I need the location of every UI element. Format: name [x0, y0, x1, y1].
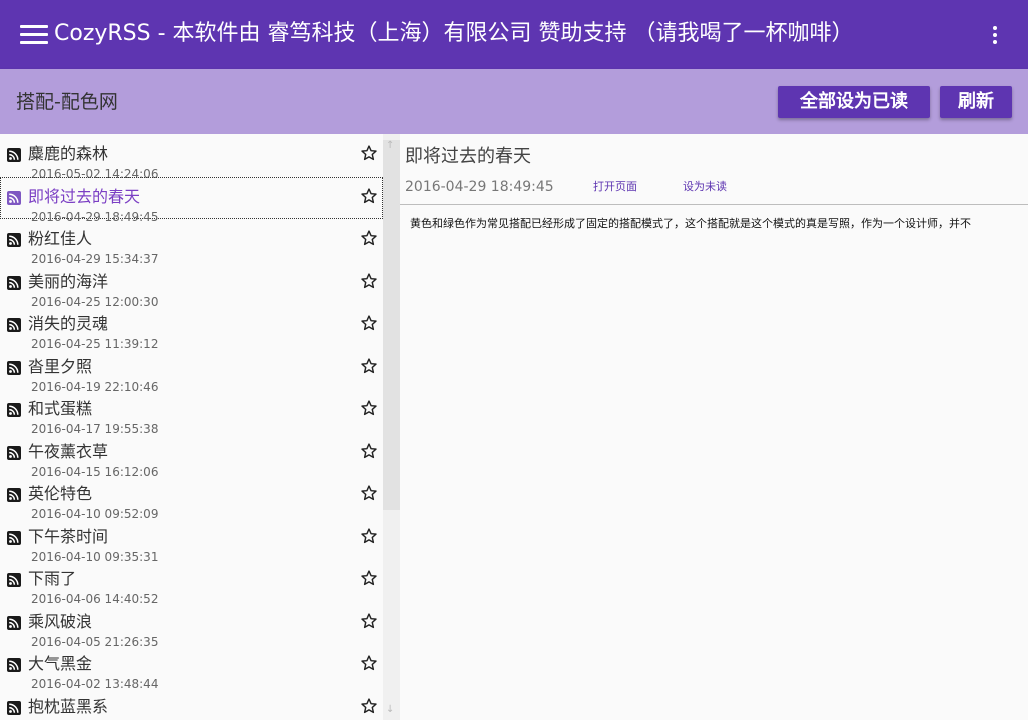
- list-item[interactable]: 抱枕蓝黑系: [0, 687, 383, 720]
- scrollbar-thumb[interactable]: [383, 140, 400, 510]
- feed-toolbar: 搭配-配色网 全部设为已读 刷新: [0, 69, 1028, 134]
- item-title: 午夜薰衣草: [28, 441, 109, 461]
- refresh-button[interactable]: 刷新: [940, 86, 1012, 118]
- list-item[interactable]: 沓里夕照 2016-04-19 22:10:46: [0, 347, 383, 394]
- star-outline-icon[interactable]: [360, 272, 378, 290]
- star-outline-icon[interactable]: [360, 442, 378, 460]
- rss-icon: [7, 148, 21, 162]
- rss-icon: [7, 275, 21, 290]
- app-title: CozyRSS - 本软件由 睿笃科技（上海）有限公司 赞助支持 （请我喝了一杯…: [54, 21, 854, 46]
- feed-title: 搭配-配色网: [16, 91, 118, 113]
- rss-icon: [7, 530, 21, 545]
- star-outline-icon[interactable]: [360, 144, 378, 162]
- rss-icon: [7, 658, 21, 672]
- star-outline-icon[interactable]: [360, 229, 378, 247]
- scroll-down-arrow-icon[interactable]: ↓: [386, 704, 394, 716]
- item-title: 下午茶时间: [28, 526, 109, 546]
- list-item[interactable]: 麋鹿的森林 2016-05-02 14:24:06: [0, 134, 383, 181]
- list-item[interactable]: 和式蛋糕 2016-04-17 19:55:38: [0, 389, 383, 436]
- item-title: 沓里夕照: [28, 356, 93, 376]
- rss-icon: [7, 700, 21, 715]
- rss-icon: [7, 403, 21, 417]
- list-item[interactable]: 粉红佳人 2016-04-29 15:34:37: [0, 219, 383, 266]
- item-title: 抱枕蓝黑系: [28, 696, 109, 716]
- title-bar: CozyRSS - 本软件由 睿笃科技（上海）有限公司 赞助支持 （请我喝了一杯…: [0, 0, 1028, 69]
- mark-all-read-button[interactable]: 全部设为已读: [778, 86, 930, 118]
- article-list: 麋鹿的森林 2016-05-02 14:24:06 即将过去的春天 2016-04-2…: [0, 134, 383, 720]
- article-title: 即将过去的春天: [405, 146, 531, 167]
- star-outline-icon[interactable]: [360, 399, 378, 417]
- star-outline-icon[interactable]: [360, 357, 378, 375]
- list-item[interactable]: 即将过去的春天 2016-04-29 18:49:45: [0, 176, 383, 224]
- rss-icon: [7, 573, 21, 587]
- rss-icon: [7, 488, 21, 502]
- article-view: 即将过去的春天 2016-04-29 18:49:45 打开页面 设为未读 黄色…: [400, 134, 1028, 720]
- list-item[interactable]: 下午茶时间 2016-04-10 09:35:31: [0, 517, 383, 564]
- list-item[interactable]: 下雨了 2016-04-06 14:40:52: [0, 559, 383, 606]
- article-body: 黄色和绿色作为常见搭配已经形成了固定的搭配模式了，这个搭配就是这个模式的真是写照…: [410, 217, 971, 230]
- item-title: 大气黑金: [28, 654, 93, 673]
- star-outline-icon[interactable]: [360, 654, 378, 672]
- list-item[interactable]: 美丽的海洋 2016-04-25 12:00:30: [0, 262, 383, 309]
- list-scrollbar[interactable]: ↑ ↓: [383, 134, 400, 720]
- list-item[interactable]: 大气黑金 2016-04-02 13:48:44: [0, 644, 383, 691]
- rss-icon: [7, 445, 21, 460]
- rss-icon: [7, 360, 21, 375]
- rss-icon: [7, 615, 21, 630]
- open-page-link[interactable]: 打开页面: [593, 180, 637, 194]
- scroll-up-arrow-icon[interactable]: ↑: [386, 140, 394, 152]
- item-title: 和式蛋糕: [28, 399, 93, 418]
- star-outline-icon[interactable]: [360, 569, 378, 587]
- list-item[interactable]: 乘风破浪 2016-04-05 21:26:35: [0, 602, 383, 649]
- item-title: 下雨了: [28, 569, 77, 588]
- item-title: 消失的灵魂: [28, 314, 109, 333]
- rss-icon: [7, 190, 21, 205]
- item-title: 麋鹿的森林: [28, 144, 109, 163]
- item-title: 英伦特色: [28, 484, 93, 503]
- star-outline-icon[interactable]: [360, 612, 378, 630]
- list-item[interactable]: 午夜薰衣草 2016-04-15 16:12:06: [0, 432, 383, 479]
- star-outline-icon[interactable]: [360, 527, 378, 545]
- mark-unread-link[interactable]: 设为未读: [683, 180, 727, 194]
- star-outline-icon[interactable]: [360, 484, 378, 502]
- menu-icon[interactable]: [20, 24, 48, 46]
- article-date: 2016-04-29 18:49:45: [405, 179, 554, 195]
- rss-icon: [7, 318, 21, 332]
- star-outline-icon[interactable]: [360, 697, 378, 715]
- item-title: 即将过去的春天: [28, 186, 141, 206]
- divider: [400, 204, 1028, 205]
- rss-icon: [7, 233, 21, 247]
- star-outline-icon[interactable]: [360, 314, 378, 332]
- list-item[interactable]: 消失的灵魂 2016-04-25 11:39:12: [0, 304, 383, 351]
- list-item[interactable]: 英伦特色 2016-04-10 09:52:09: [0, 474, 383, 521]
- item-title: 美丽的海洋: [28, 271, 109, 291]
- item-title: 乘风破浪: [28, 611, 93, 631]
- item-title: 粉红佳人: [28, 229, 93, 248]
- more-vert-icon[interactable]: [985, 24, 1005, 46]
- star-outline-icon[interactable]: [360, 187, 378, 205]
